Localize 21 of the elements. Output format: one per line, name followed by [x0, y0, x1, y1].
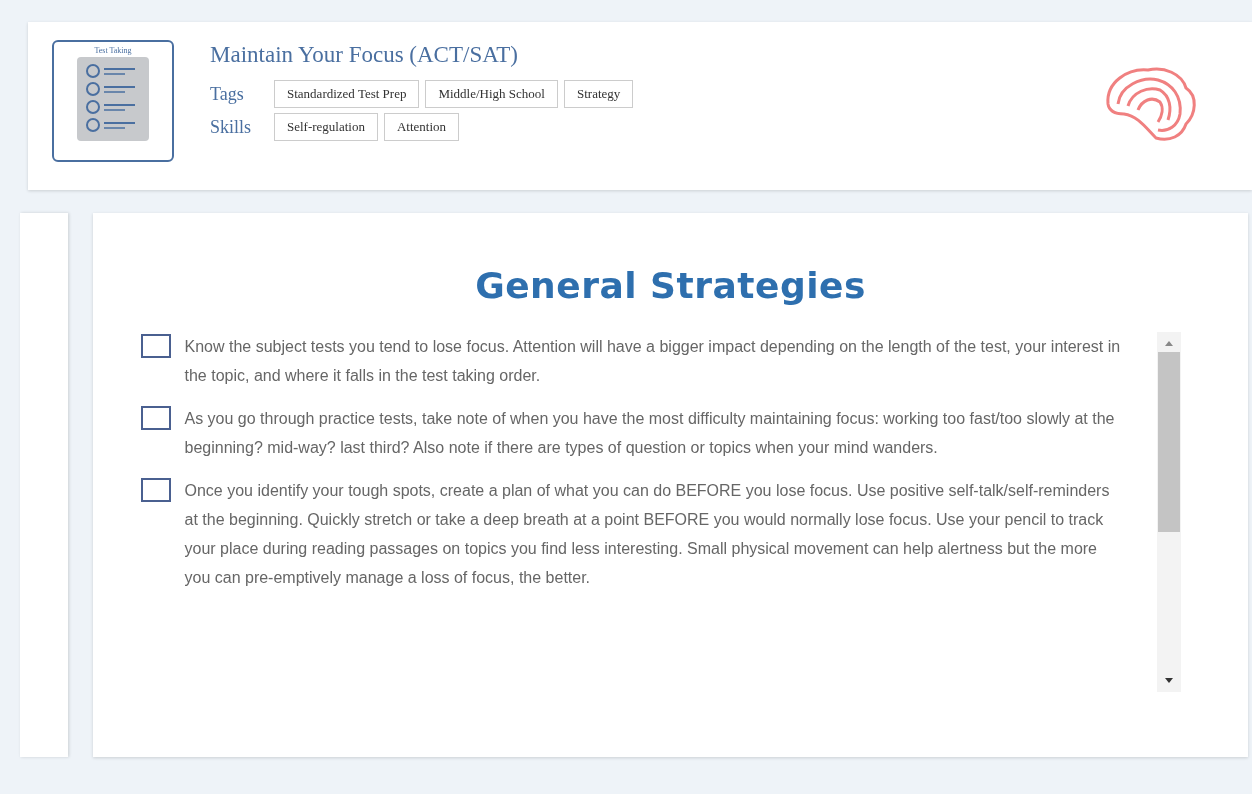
scroll-up-icon[interactable] [1164, 340, 1173, 346]
strategy-text: Once you identify your tough spots, create a plan of what you can do BEFORE you lose focus. Use positive self-talk/self-reminders at the beginning. Quickly stretch or take a deep breath at a point BEFORE you would normally lose focus. Use your pencil to track your place during reading passages on topics you find less interesting. Small physical movement can help alertness but the more you can pre-emptively manage a loss of focus, the better. [184, 481, 1111, 588]
checkbox[interactable] [140, 478, 171, 502]
scroll-down-icon[interactable] [1164, 678, 1173, 684]
scrollbar[interactable] [1156, 332, 1181, 692]
tag-chip[interactable]: Self-regulation [274, 113, 378, 141]
tag-chip[interactable]: Strategy [563, 80, 634, 108]
tag-chip[interactable]: Standardized Test Prep [274, 80, 420, 108]
thumbnail-label: Test Taking [94, 46, 132, 55]
tag-group-label: Tags [210, 83, 245, 105]
strategy-text: As you go through practice tests, take note of when you have the most difficulty maintaining focus: working too fast/too slowly at the beginning? mid-way? last third? Also note if there are types of question or topics when your mind wanders. [184, 409, 1116, 458]
tag-chip[interactable]: Attention [384, 113, 460, 141]
activity-title: Maintain Your Focus (ACT/SAT) [210, 42, 519, 68]
checkbox[interactable] [140, 334, 171, 358]
checkbox[interactable] [140, 406, 171, 430]
tag-chip[interactable]: Middle/High School [425, 80, 558, 108]
tag-group-label: Skills [210, 116, 253, 138]
scroll-thumb[interactable] [1157, 352, 1180, 532]
section-heading: General Strategies [475, 265, 866, 306]
checklist-icon [77, 57, 149, 141]
strategy-text: Know the subject tests you tend to lose focus. Attention will have a bigger impact depending on the length of the test, your interest in the topic, and where it falls in the test taking order. [184, 337, 1122, 386]
